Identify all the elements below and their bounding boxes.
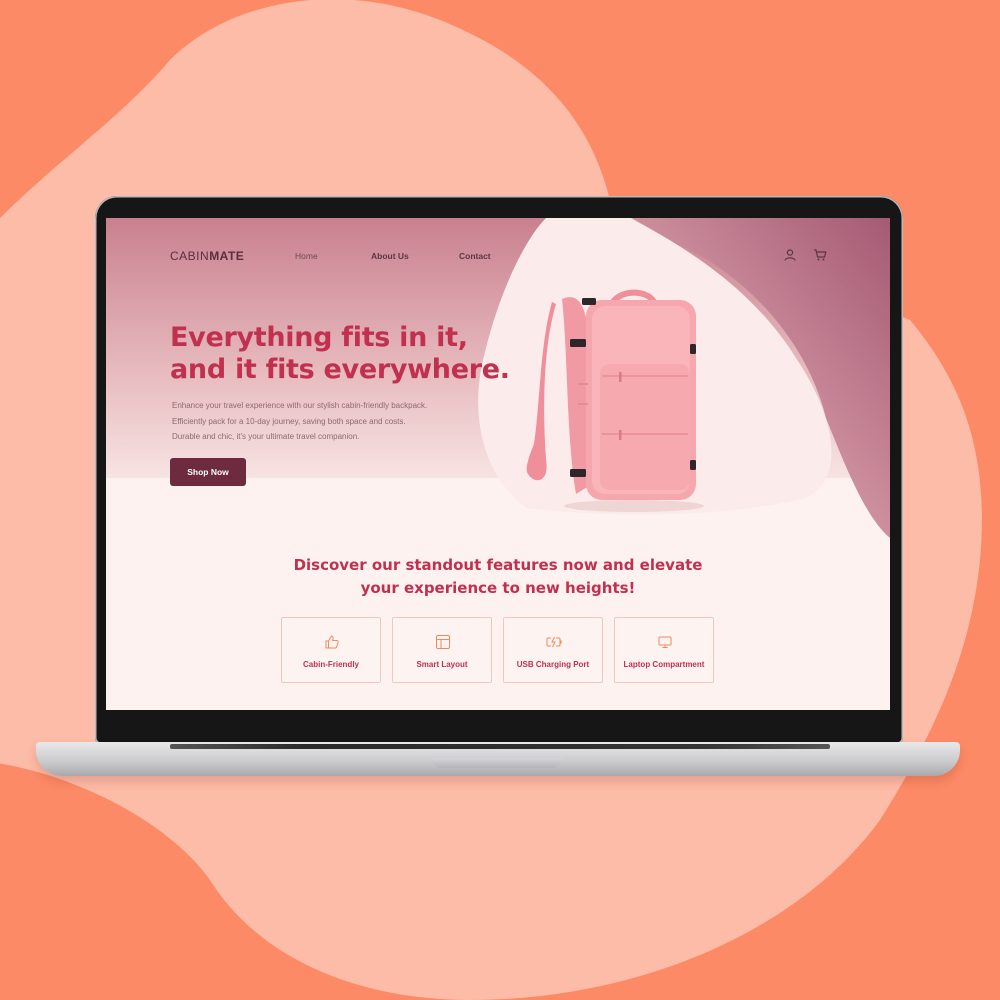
nav-contact[interactable]: Contact [459,251,491,261]
hero-description-line3: Durable and chic, it's your ultimate tra… [172,432,360,441]
feature-card-smart-layout[interactable]: Smart Layout [392,617,492,683]
features-title: Discover our standout features now and e… [106,554,890,600]
laptop-opening-notch [432,758,562,768]
battery-charging-icon [546,636,562,648]
thumbs-up-icon [325,635,339,649]
feature-label: USB Charging Port [516,660,590,669]
feature-label: Cabin-Friendly [302,660,359,669]
feature-label: Smart Layout [416,660,468,669]
shop-now-button[interactable]: Shop Now [170,458,246,486]
logo-text-mate: MATE [209,249,245,263]
features-title-line2: your experience to new heights! [360,579,636,597]
feature-label: Laptop Compartment [623,660,705,669]
hero-description: Enhance your travel experience with our … [172,398,472,445]
feature-card-usb-charging-port[interactable]: USB Charging Port [503,617,603,683]
hero-headline-line2: and it fits everywhere. [170,354,510,385]
hero-description-line1: Enhance your travel experience with our … [172,401,428,410]
hero-headline-line1: Everything fits in it, [170,322,468,353]
laptop-keyboard-edge [170,744,830,749]
user-icon[interactable] [783,248,797,262]
site-logo[interactable]: CABINMATE [170,249,244,263]
cart-icon[interactable] [813,248,827,262]
layout-icon [436,635,450,649]
hero-headline: Everything fits in it, and it fits every… [170,322,510,386]
backpack-image [526,289,704,512]
website-screen: CABINMATE Home About Us Contact Everythi… [106,218,890,710]
hero-description-line2: Efficiently pack for a 10-day journey, s… [172,416,406,426]
feature-card-cabin-friendly[interactable]: Cabin-Friendly [281,617,381,683]
feature-card-laptop-compartment[interactable]: Laptop Compartment [614,617,714,683]
nav-home[interactable]: Home [295,251,318,261]
nav-about-us[interactable]: About Us [371,251,409,261]
monitor-icon [658,636,672,648]
features-title-line1: Discover our standout features now and e… [293,556,703,574]
logo-text-cabin: CABIN [170,249,210,263]
